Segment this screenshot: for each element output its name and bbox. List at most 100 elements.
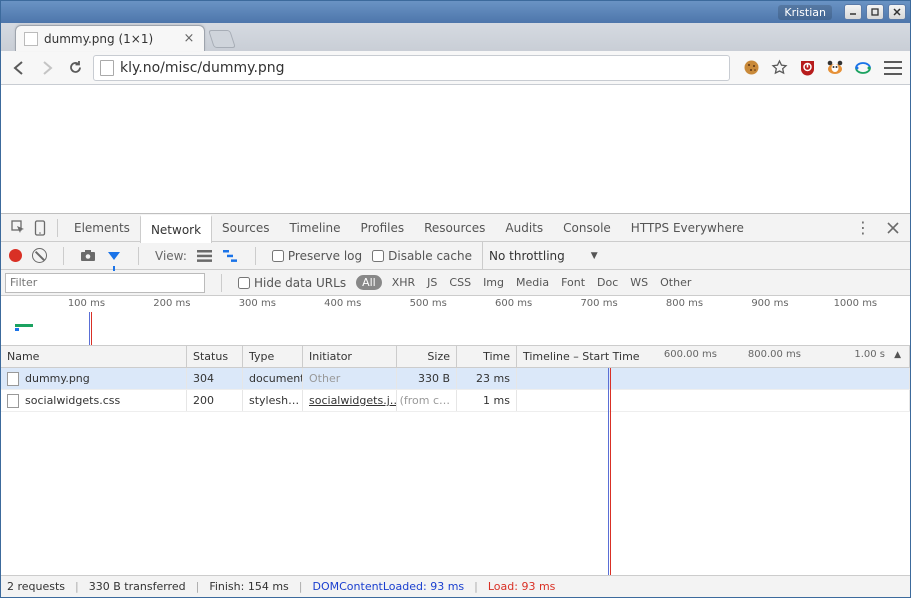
- new-tab-button[interactable]: [208, 30, 236, 48]
- status-load: Load: 93 ms: [488, 580, 556, 593]
- request-initiator: socialwidgets.j…: [303, 390, 397, 411]
- forward-button[interactable]: [37, 58, 57, 78]
- privacybadger-icon[interactable]: [826, 59, 844, 77]
- record-button[interactable]: [9, 249, 22, 262]
- inspect-element-icon[interactable]: [7, 217, 29, 239]
- devtools-tabs: ElementsNetworkSourcesTimelineProfilesRe…: [1, 214, 910, 242]
- https-everywhere-icon[interactable]: [854, 59, 872, 77]
- os-titlebar: Kristian: [1, 1, 910, 23]
- menu-button[interactable]: [884, 61, 902, 75]
- devtools-tab-network[interactable]: Network: [140, 215, 212, 243]
- filter-type-css[interactable]: CSS: [449, 276, 471, 289]
- load-marker: [91, 312, 92, 345]
- devtools-tab-console[interactable]: Console: [553, 214, 621, 242]
- content-area: ElementsNetworkSourcesTimelineProfilesRe…: [1, 85, 910, 597]
- overview-tick: 400 ms: [324, 298, 361, 309]
- tab-strip: dummy.png (1×1) ×: [1, 23, 910, 51]
- filter-type-img[interactable]: Img: [483, 276, 504, 289]
- reload-button[interactable]: [65, 58, 85, 78]
- col-timeline[interactable]: Timeline – Start Time 600.00 ms 800.00 m…: [517, 346, 910, 367]
- filter-all-pill[interactable]: All: [356, 275, 382, 290]
- sort-asc-icon: ▲: [894, 350, 901, 360]
- status-requests: 2 requests: [7, 580, 65, 593]
- overview-bar: [15, 324, 33, 327]
- request-time: 1 ms: [457, 390, 517, 411]
- file-icon: [7, 394, 19, 408]
- filter-type-xhr[interactable]: XHR: [392, 276, 415, 289]
- minimize-button[interactable]: [844, 4, 862, 20]
- filter-type-font[interactable]: Font: [561, 276, 585, 289]
- browser-chrome: dummy.png (1×1) × kly.no/misc/dummy.png: [1, 23, 910, 597]
- capture-screenshots-icon[interactable]: [80, 248, 96, 264]
- waterfall-icon[interactable]: [223, 248, 239, 264]
- filter-type-js[interactable]: JS: [427, 276, 437, 289]
- devtools-close-icon[interactable]: [882, 217, 904, 239]
- throttling-select[interactable]: No throttling ▼: [482, 242, 604, 269]
- table-row[interactable]: dummy.png304documentOther330 B23 ms: [1, 368, 910, 390]
- network-table-body: dummy.png304documentOther330 B23 mssocia…: [1, 368, 910, 575]
- col-name[interactable]: Name: [1, 346, 187, 367]
- devtools-tab-profiles[interactable]: Profiles: [351, 214, 415, 242]
- request-time: 23 ms: [457, 368, 517, 389]
- network-overview[interactable]: 100 ms200 ms300 ms400 ms500 ms600 ms700 …: [1, 296, 910, 346]
- tab-close-icon[interactable]: ×: [182, 32, 196, 46]
- disable-cache-checkbox[interactable]: Disable cache: [372, 249, 472, 263]
- col-initiator[interactable]: Initiator: [303, 346, 397, 367]
- request-status: 304: [187, 368, 243, 389]
- large-rows-icon[interactable]: [197, 248, 213, 264]
- tab-title: dummy.png (1×1): [44, 32, 153, 46]
- maximize-button[interactable]: [866, 4, 884, 20]
- dcl-marker: [89, 312, 90, 345]
- devtools-tab-elements[interactable]: Elements: [64, 214, 140, 242]
- col-status[interactable]: Status: [187, 346, 243, 367]
- hide-data-urls-checkbox[interactable]: Hide data URLs: [238, 276, 346, 290]
- close-button[interactable]: [888, 4, 906, 20]
- file-icon: [7, 372, 19, 386]
- overview-tick: 800 ms: [666, 298, 703, 309]
- cookie-icon[interactable]: [742, 59, 760, 77]
- request-type: stylesh…: [243, 390, 303, 411]
- devtools-tab-resources[interactable]: Resources: [414, 214, 495, 242]
- devtools-tab-timeline[interactable]: Timeline: [280, 214, 351, 242]
- request-name: dummy.png: [25, 372, 90, 385]
- col-type[interactable]: Type: [243, 346, 303, 367]
- back-button[interactable]: [9, 58, 29, 78]
- table-row[interactable]: socialwidgets.css200stylesh…socialwidget…: [1, 390, 910, 412]
- favicon-icon: [24, 32, 38, 46]
- devtools-tab-audits[interactable]: Audits: [495, 214, 553, 242]
- overview-tick: 500 ms: [410, 298, 447, 309]
- request-size: 330 B: [397, 368, 457, 389]
- filter-input[interactable]: [5, 273, 205, 293]
- filter-toggle-icon[interactable]: [106, 248, 122, 264]
- request-status: 200: [187, 390, 243, 411]
- col-time[interactable]: Time: [457, 346, 517, 367]
- url-text: kly.no/misc/dummy.png: [120, 60, 285, 76]
- address-bar[interactable]: kly.no/misc/dummy.png: [93, 55, 730, 81]
- page-viewport: [1, 85, 910, 213]
- page-icon: [100, 60, 114, 76]
- devtools-tab-sources[interactable]: Sources: [212, 214, 279, 242]
- device-mode-icon[interactable]: [29, 217, 51, 239]
- filter-type-media[interactable]: Media: [516, 276, 549, 289]
- preserve-log-checkbox[interactable]: Preserve log: [272, 249, 362, 263]
- os-user-label: Kristian: [778, 5, 832, 20]
- browser-tab[interactable]: dummy.png (1×1) ×: [15, 25, 205, 51]
- devtools-more-icon[interactable]: ⋮: [852, 217, 874, 239]
- filter-type-other[interactable]: Other: [660, 276, 691, 289]
- filter-type-ws[interactable]: WS: [630, 276, 648, 289]
- col-size[interactable]: Size: [397, 346, 457, 367]
- view-label: View:: [155, 249, 187, 263]
- request-type: document: [243, 368, 303, 389]
- ublock-icon[interactable]: [798, 59, 816, 77]
- network-filter-bar: Hide data URLs All XHR JS CSS Img Media Font D…: [1, 270, 910, 296]
- bookmark-star-icon[interactable]: [770, 59, 788, 77]
- network-status-bar: 2 requests | 330 B transferred | Finish:…: [1, 575, 910, 597]
- request-timeline: [517, 390, 910, 411]
- status-transferred: 330 B transferred: [89, 580, 186, 593]
- filter-type-doc[interactable]: Doc: [597, 276, 618, 289]
- overview-tick: 300 ms: [239, 298, 276, 309]
- clear-button[interactable]: [32, 248, 47, 263]
- overview-tick: 600 ms: [495, 298, 532, 309]
- devtools-tab-https-everywhere[interactable]: HTTPS Everywhere: [621, 214, 754, 242]
- request-timeline: [517, 368, 910, 389]
